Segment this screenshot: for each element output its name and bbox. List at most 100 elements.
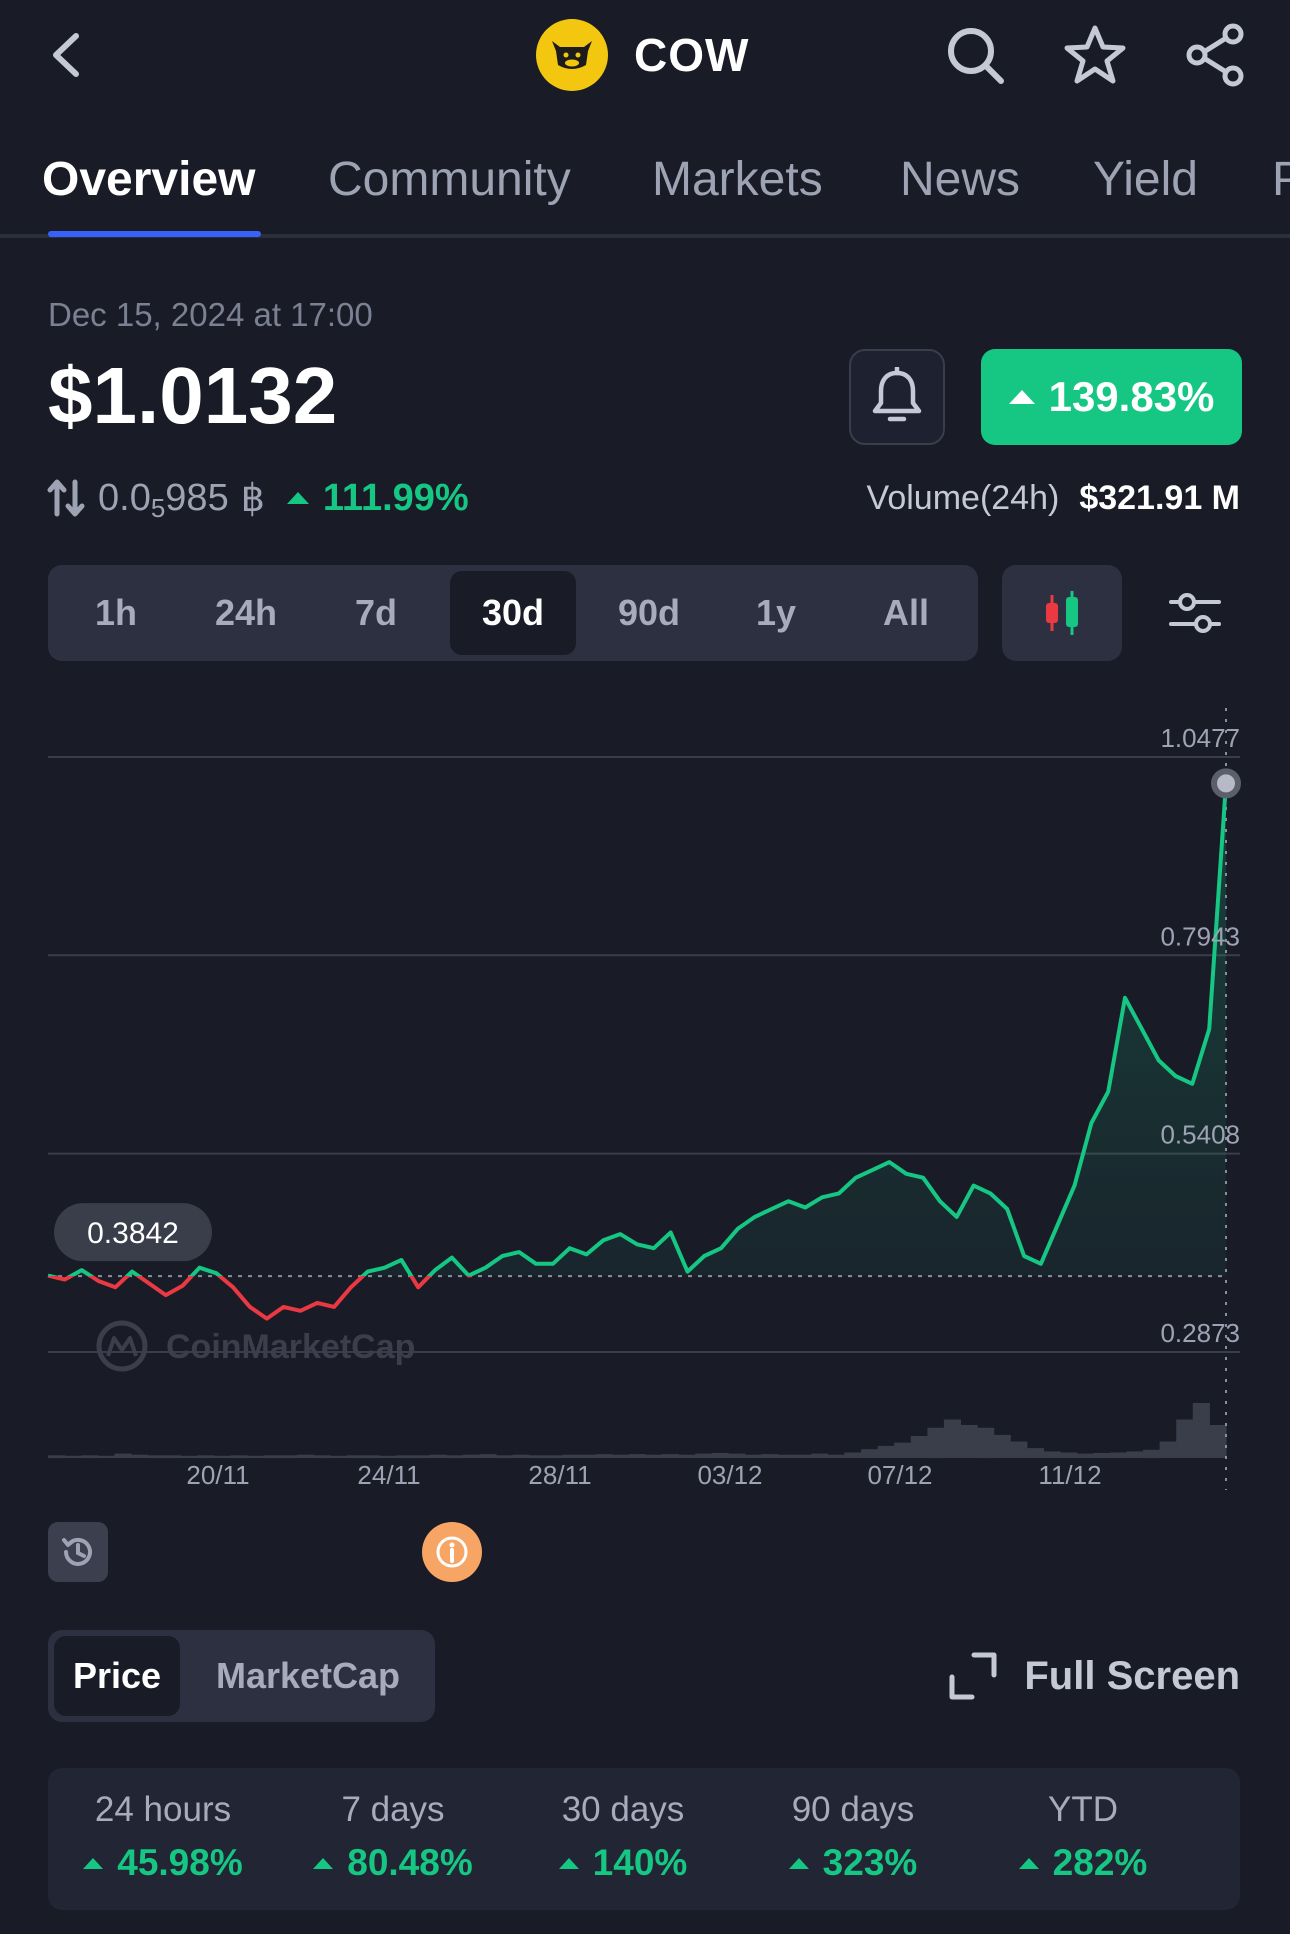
- volume-bars: [48, 1403, 1227, 1459]
- volume-bar: [1209, 1425, 1227, 1458]
- volume-bar: [545, 1455, 563, 1459]
- volume-bar: [479, 1454, 497, 1458]
- full-screen-button[interactable]: Full Screen: [948, 1646, 1240, 1706]
- chart-settings-button[interactable]: [1150, 575, 1240, 651]
- volume-bar: [1093, 1453, 1111, 1458]
- y-tick-label: 1.0477: [1160, 723, 1240, 753]
- history-button[interactable]: [48, 1522, 108, 1582]
- btc-price-row: 0.0 5 985 ฿ 111.99%: [46, 474, 469, 523]
- volume-bar: [64, 1455, 82, 1458]
- time-range-selector: 1h 24h 7d 30d 90d 1y All: [48, 565, 978, 661]
- range-24h[interactable]: 24h: [192, 571, 300, 655]
- range-1y[interactable]: 1y: [728, 571, 824, 655]
- share-button[interactable]: [1180, 20, 1250, 90]
- watermark: CoinMarketCap: [96, 1320, 415, 1372]
- y-tick-label: 0.7943: [1160, 921, 1240, 951]
- volume-bar: [628, 1454, 646, 1458]
- triangle-up-icon: [83, 1857, 104, 1869]
- volume-bar: [612, 1454, 630, 1458]
- range-1h[interactable]: 1h: [70, 571, 162, 655]
- volume-bar: [512, 1454, 530, 1458]
- range-7d[interactable]: 7d: [328, 571, 424, 655]
- current-price: $1.0132: [48, 351, 338, 440]
- range-90d[interactable]: 90d: [594, 571, 704, 655]
- price-chart[interactable]: CoinMarketCap 1.0477 0.7943 0.5408 0.2873 2…: [0, 700, 1290, 1500]
- volume-bar: [1109, 1452, 1127, 1458]
- bell-icon: [872, 367, 922, 422]
- watchlist-star-button[interactable]: [1060, 20, 1130, 90]
- x-tick-label: 07/12: [867, 1460, 932, 1490]
- perf-label: 30 days: [561, 1790, 685, 1829]
- range-all[interactable]: All: [858, 571, 954, 655]
- btc-symbol: ฿: [240, 477, 265, 520]
- watermark-text: CoinMarketCap: [166, 1328, 415, 1366]
- volume-label: Volume(24h): [866, 478, 1060, 517]
- triangle-up-icon: [313, 1857, 334, 1869]
- perf-value: 323%: [822, 1842, 918, 1883]
- candlestick-toggle-button[interactable]: [1002, 565, 1122, 661]
- back-button[interactable]: [40, 20, 100, 90]
- volume-bar: [529, 1455, 547, 1459]
- volume-bar: [346, 1455, 364, 1459]
- btc-price-zero-count: 5: [150, 492, 166, 523]
- tab-news[interactable]: News: [900, 152, 1020, 207]
- volume-bar: [330, 1455, 348, 1458]
- tab-yield[interactable]: Yield: [1093, 152, 1198, 207]
- volume-bar: [778, 1454, 796, 1458]
- volume-bar: [1043, 1451, 1061, 1458]
- volume-bar: [645, 1454, 663, 1458]
- full-screen-label: Full Screen: [1024, 1653, 1240, 1698]
- perf-value: 282%: [1052, 1842, 1148, 1883]
- back-chevron-icon: [53, 33, 79, 77]
- price-alert-button[interactable]: [849, 349, 945, 445]
- toggle-marketcap[interactable]: MarketCap: [188, 1636, 428, 1716]
- volume-bar: [446, 1455, 464, 1459]
- toggle-price[interactable]: Price: [54, 1636, 180, 1716]
- expand-icon: [949, 1652, 997, 1700]
- tab-partial[interactable]: P: [1272, 152, 1290, 207]
- triangle-up-icon: [788, 1857, 809, 1869]
- volume-bar: [927, 1427, 945, 1459]
- x-tick-label: 11/12: [1038, 1460, 1101, 1490]
- volume-bar: [977, 1427, 995, 1459]
- tab-overview[interactable]: Overview: [42, 152, 255, 207]
- range-30d[interactable]: 30d: [450, 571, 576, 655]
- volume-bar: [811, 1453, 829, 1458]
- btc-price-change: 111.99%: [322, 476, 469, 519]
- volume-bar: [296, 1454, 314, 1458]
- coin-title: COW: [536, 18, 749, 92]
- baseline-value: 0.3842: [87, 1217, 179, 1250]
- perf-24h: 24 hours 45.98%: [48, 1768, 278, 1910]
- volume-bar: [728, 1453, 746, 1458]
- triangle-up-icon: [1018, 1857, 1039, 1869]
- search-button[interactable]: [940, 20, 1010, 90]
- perf-value: 140%: [592, 1842, 688, 1883]
- price-line-down: [47, 1276, 473, 1321]
- perf-7d: 7 days 80.48%: [278, 1768, 508, 1910]
- perf-label: 24 hours: [94, 1790, 232, 1829]
- section-tabs: Overview Community Markets News Yield P: [0, 140, 1290, 238]
- info-event-button[interactable]: [422, 1522, 482, 1582]
- baseline-label: 0.3842: [54, 1203, 212, 1262]
- volume-bar: [1026, 1448, 1044, 1458]
- volume-bar: [263, 1455, 281, 1459]
- current-price-marker: [1211, 768, 1241, 799]
- tab-community[interactable]: Community: [328, 152, 571, 207]
- volume-bar: [1076, 1453, 1094, 1458]
- volume-bar: [595, 1454, 613, 1458]
- price-marketcap-toggle: Price MarketCap: [48, 1630, 435, 1722]
- volume-bar: [1143, 1449, 1161, 1459]
- volume-bar: [761, 1454, 779, 1458]
- btc-price-prefix: 0.0: [98, 476, 151, 519]
- x-tick-label: 28/11: [528, 1460, 591, 1490]
- price-change-value: 139.83%: [1048, 373, 1215, 420]
- volume-bar: [230, 1455, 248, 1459]
- active-tab-indicator: [48, 231, 261, 237]
- tab-markets[interactable]: Markets: [652, 152, 823, 207]
- volume-bar: [910, 1436, 928, 1458]
- perf-label: 90 days: [791, 1790, 915, 1829]
- volume-bar: [695, 1453, 713, 1458]
- volume-bar: [48, 1455, 66, 1459]
- share-icon: [1186, 23, 1244, 87]
- volume-bar: [81, 1455, 99, 1459]
